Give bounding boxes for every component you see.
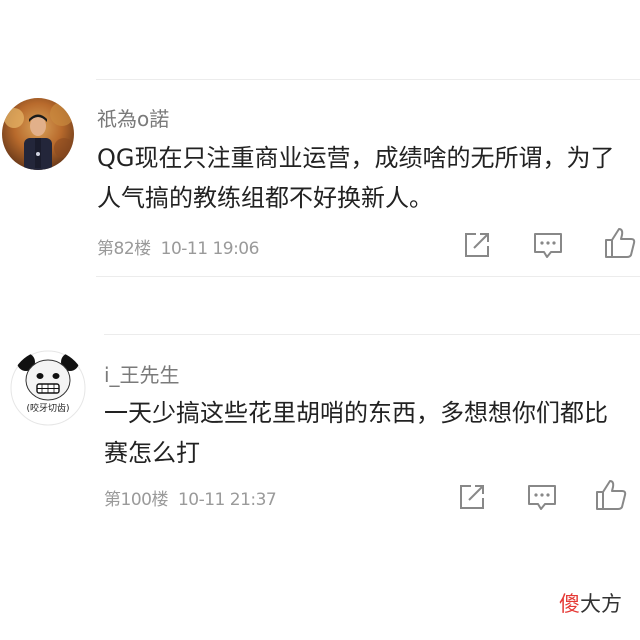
comment-icon: [528, 485, 556, 510]
timestamp: 10-11 19:06: [160, 239, 260, 259]
floor-number: 第100楼: [104, 490, 168, 510]
reply-button[interactable]: [531, 228, 565, 262]
comment-feed: 祇為o諾 QG现在只注重商业运营，成绩啥的无所谓，为了人气搞的教练组都不好换新人…: [0, 0, 640, 640]
share-button[interactable]: [455, 480, 489, 514]
watermark: 傻大方: [559, 588, 622, 618]
user-photo-avatar[interactable]: [2, 98, 74, 170]
share-icon: [465, 233, 489, 257]
username[interactable]: i_王先生: [104, 359, 180, 388]
username[interactable]: 祇為o諾: [97, 103, 169, 132]
watermark-text: 大方: [580, 592, 622, 616]
like-button[interactable]: [594, 478, 628, 512]
comment-icon: [534, 233, 562, 258]
share-button[interactable]: [460, 228, 494, 262]
comment-meta: 第100楼 10-11 21:37: [104, 485, 277, 510]
divider: [96, 79, 640, 80]
watermark-accent: 傻: [559, 592, 580, 616]
reply-button[interactable]: [525, 480, 559, 514]
thumbs-up-icon: [596, 480, 627, 510]
divider: [104, 334, 640, 335]
avatar-caption: (咬牙切齿): [26, 404, 70, 414]
like-button[interactable]: [603, 226, 637, 260]
share-icon: [460, 485, 484, 509]
comment-meta: 第82楼 10-11 19:06: [97, 234, 259, 259]
comment-text: 一天少搞这些花里胡哨的东西，多想想你们都比赛怎么打: [104, 399, 608, 467]
divider: [96, 276, 640, 277]
timestamp: 10-11 21:37: [177, 490, 277, 510]
panda-meme-avatar[interactable]: (咬牙切齿): [10, 350, 86, 426]
comment-text: QG现在只注重商业运营，成绩啥的无所谓，为了人气搞的教练组都不好换新人。: [97, 144, 615, 212]
thumbs-up-icon: [605, 228, 636, 258]
floor-number: 第82楼: [97, 239, 151, 259]
